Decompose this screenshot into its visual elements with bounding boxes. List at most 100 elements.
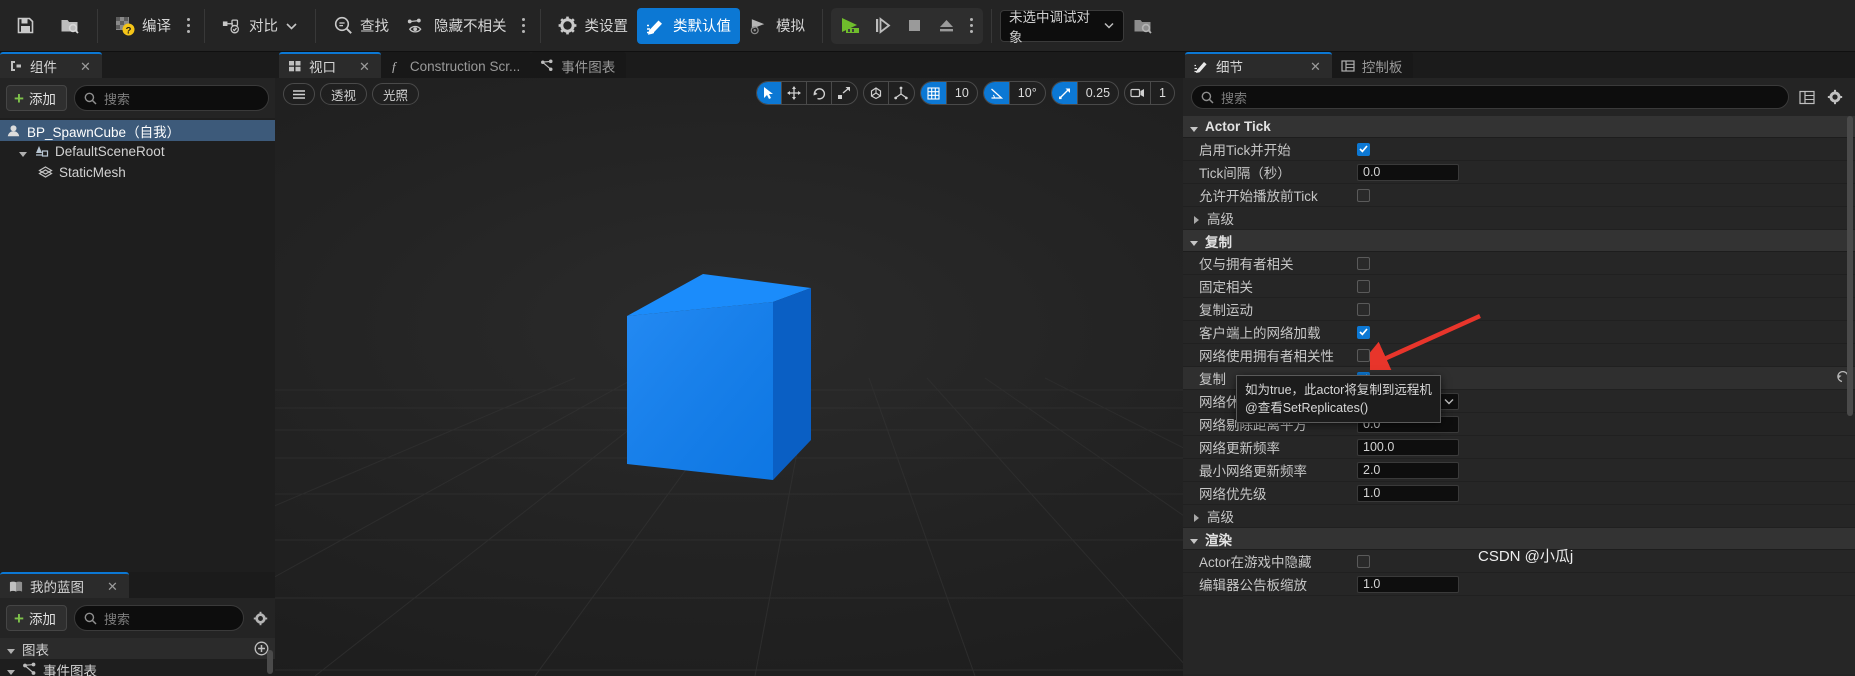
viewport-lit-button[interactable]: 光照	[372, 83, 420, 105]
property-row[interactable]: Tick间隔（秒） 0.0	[1183, 161, 1855, 184]
checkbox[interactable]	[1357, 256, 1370, 270]
my-blueprint-search-input[interactable]: 搜索	[73, 605, 244, 631]
tab-viewport[interactable]: 视口 ✕	[279, 52, 381, 78]
property-row[interactable]: 固定相关	[1183, 275, 1855, 298]
stop-button[interactable]	[899, 11, 929, 41]
number-input[interactable]: 1.0	[1357, 484, 1459, 502]
category-replication[interactable]: 复制	[1183, 230, 1855, 252]
close-icon[interactable]: ✕	[80, 60, 91, 73]
viewport-perspective-button[interactable]: 透视	[320, 83, 368, 105]
viewport-3d[interactable]: 透视 光照 10 10° 0.25 1	[275, 78, 1183, 676]
debug-browse-button[interactable]	[1124, 8, 1162, 44]
property-row[interactable]: 最小网络更新频率 2.0	[1183, 459, 1855, 482]
compile-button[interactable]: ? 编译	[106, 8, 180, 44]
checkbox[interactable]	[1357, 142, 1370, 156]
tab-event-graph[interactable]: 事件图表	[531, 52, 627, 78]
play-options-button[interactable]	[963, 11, 979, 41]
chevron-expanded-icon[interactable]	[1189, 122, 1199, 132]
details-settings-icon[interactable]	[1825, 87, 1845, 107]
simulate-button[interactable]: 模拟	[740, 8, 814, 44]
number-input[interactable]: 100.0	[1357, 438, 1459, 456]
checkbox[interactable]	[1357, 302, 1370, 316]
tab-details[interactable]: 细节 ✕	[1185, 52, 1332, 78]
property-row[interactable]: 网络优先级 1.0	[1183, 482, 1855, 505]
grid-snap-value[interactable]: 10	[945, 82, 977, 104]
grid-snap-icon[interactable]	[920, 82, 946, 104]
checkbox[interactable]	[1357, 188, 1370, 202]
step-button[interactable]	[867, 11, 897, 41]
debug-object-dropdown[interactable]: 未选中调试对象	[1000, 9, 1124, 45]
checkbox[interactable]	[1357, 325, 1370, 339]
browse-asset-button[interactable]	[51, 8, 89, 44]
components-search-input[interactable]: 搜索	[73, 85, 269, 111]
chevron-collapsed-icon[interactable]	[1191, 511, 1201, 522]
play-button[interactable]	[835, 11, 865, 41]
property-row[interactable]: 编辑器公告板缩放 1.0	[1183, 573, 1855, 596]
hide-unrelated-button[interactable]: 隐藏不相关	[398, 8, 516, 44]
scale-snap-icon[interactable]	[1051, 82, 1077, 104]
compile-options-button[interactable]	[180, 8, 196, 44]
tab-components[interactable]: 组件 ✕	[0, 52, 102, 78]
section-graphs[interactable]: 图表	[0, 638, 275, 659]
details-grid-view-icon[interactable]	[1797, 87, 1817, 107]
my-blueprint-scrollbar[interactable]	[267, 650, 273, 674]
close-icon[interactable]: ✕	[107, 580, 118, 593]
component-row-defaultsceneroot[interactable]: DefaultSceneRoot	[0, 141, 275, 162]
details-search-input[interactable]: 搜索	[1191, 85, 1789, 109]
chevron-collapsed-icon[interactable]	[1191, 213, 1201, 224]
component-row-staticmesh[interactable]: StaticMesh	[0, 162, 275, 183]
checkbox[interactable]	[1357, 279, 1370, 293]
angle-snap-value[interactable]: 10°	[1008, 82, 1045, 104]
scale-snap-value[interactable]: 0.25	[1076, 82, 1118, 104]
add-component-button[interactable]: + 添加	[6, 85, 67, 111]
subcategory-row-advanced[interactable]: 高级	[1183, 207, 1855, 230]
chevron-expanded-icon[interactable]	[6, 665, 16, 675]
tab-my-blueprint[interactable]: 我的蓝图 ✕	[0, 572, 129, 598]
property-row[interactable]: 复制运动	[1183, 298, 1855, 321]
graph-row-event-graph[interactable]: 事件图表	[0, 659, 275, 676]
scale-icon[interactable]	[832, 82, 857, 104]
hide-unrelated-options-button[interactable]	[516, 8, 532, 44]
number-input[interactable]: 1.0	[1357, 575, 1459, 593]
blueprint-settings-icon[interactable]	[251, 608, 269, 628]
close-icon[interactable]: ✕	[1310, 60, 1321, 73]
number-input[interactable]: 0.0	[1357, 163, 1459, 181]
coordinate-icon[interactable]	[889, 82, 914, 104]
world-space-icon[interactable]	[864, 82, 889, 104]
save-button[interactable]	[6, 8, 51, 44]
select-icon[interactable]	[756, 82, 782, 104]
rotate-icon[interactable]	[807, 82, 832, 104]
property-row[interactable]: 启用Tick并开始	[1183, 138, 1855, 161]
find-button[interactable]: 查找	[324, 8, 398, 44]
chevron-expanded-icon[interactable]	[6, 644, 16, 654]
number-input[interactable]: 2.0	[1357, 461, 1459, 479]
tab-construction-script[interactable]: f Construction Scr...	[380, 52, 532, 78]
tab-palette[interactable]: 控制板	[1331, 52, 1414, 78]
add-blueprint-item-button[interactable]: + 添加	[6, 605, 67, 631]
viewport-menu-button[interactable]	[283, 83, 315, 105]
close-icon[interactable]: ✕	[359, 60, 370, 73]
checkbox[interactable]	[1357, 348, 1370, 362]
camera-icon[interactable]	[1125, 82, 1150, 104]
diff-button[interactable]: 对比	[213, 8, 307, 44]
property-row[interactable]: 网络更新频率 100.0	[1183, 436, 1855, 459]
category-actor-tick[interactable]: Actor Tick	[1183, 116, 1855, 138]
property-row[interactable]: 仅与拥有者相关	[1183, 252, 1855, 275]
camera-speed-value[interactable]: 1	[1150, 82, 1174, 104]
property-row[interactable]: 允许开始播放前Tick	[1183, 184, 1855, 207]
cube-mesh[interactable]	[615, 268, 875, 508]
component-row-bp-spawncube[interactable]: BP_SpawnCube（自我）	[0, 120, 275, 141]
class-settings-button[interactable]: 类设置	[549, 8, 638, 44]
property-row[interactable]: 客户端上的网络加载	[1183, 321, 1855, 344]
checkbox[interactable]	[1357, 554, 1370, 568]
angle-snap-icon[interactable]	[983, 82, 1009, 104]
move-icon[interactable]	[782, 82, 807, 104]
chevron-expanded-icon[interactable]	[1189, 236, 1199, 246]
class-defaults-button[interactable]: 类默认值	[637, 7, 740, 44]
subcategory-row-advanced[interactable]: 高级	[1183, 505, 1855, 528]
details-scrollbar[interactable]	[1847, 116, 1853, 416]
property-row[interactable]: 网络使用拥有者相关性	[1183, 344, 1855, 367]
eject-button[interactable]	[931, 11, 961, 41]
chevron-expanded-icon[interactable]	[1189, 534, 1199, 544]
chevron-expanded-icon[interactable]	[18, 147, 28, 157]
